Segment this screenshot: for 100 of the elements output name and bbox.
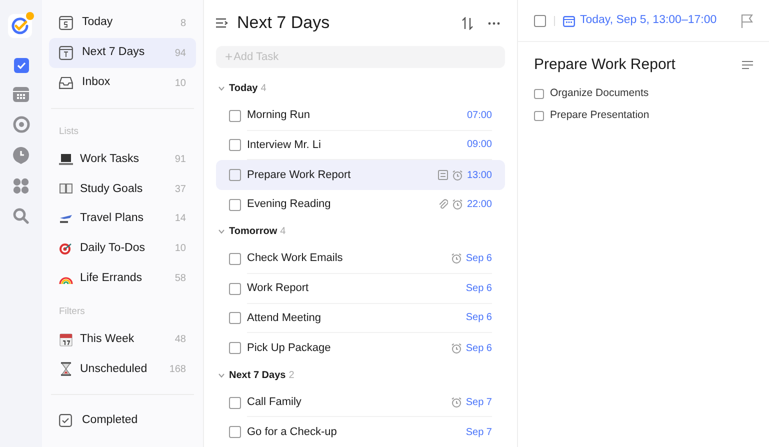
section-heading: Filters: [58, 304, 86, 319]
nav-item[interactable]: Completed: [49, 407, 196, 434]
calendar-icon[interactable]: [13, 87, 29, 102]
placeholder-text: Add Task: [234, 50, 279, 65]
item-count: 168: [169, 362, 186, 377]
task-checkbox-icon[interactable]: [14, 58, 28, 73]
nav-item[interactable]: Next 7 Days 94: [49, 38, 196, 68]
subtask-title: Prepare Presentation: [550, 108, 650, 123]
list-label: This Week: [80, 332, 134, 348]
due-date: 22:00: [466, 198, 492, 212]
chevron-down-icon: [218, 85, 225, 92]
calendar-day-icon: [59, 46, 73, 60]
task-title: Call Family: [247, 394, 302, 410]
group-count: 2: [288, 368, 294, 383]
task-row[interactable]: Attend Meeting Sep 6: [216, 304, 505, 334]
task-row[interactable]: Call Family Sep 7: [216, 388, 505, 418]
nav-item[interactable]: Inbox 10: [49, 68, 196, 98]
target-icon[interactable]: [12, 116, 30, 133]
chevron-down-icon: [218, 228, 225, 236]
item-count: 48: [174, 333, 186, 348]
due-date: Sep 7: [466, 426, 492, 440]
item-count: 37: [174, 182, 186, 197]
group-title: Today: [229, 82, 258, 96]
task-row[interactable]: Work Report Sep 6: [216, 274, 505, 304]
group-header[interactable]: Today 4: [216, 76, 505, 102]
item-count: 10: [174, 242, 186, 256]
calendar-icon: [563, 14, 575, 26]
task-row[interactable]: Go for a Check-up Sep 7: [216, 417, 505, 447]
task-row[interactable]: Pick Up Package Sep 6: [216, 333, 505, 363]
task-title: Work Report: [247, 281, 309, 296]
group-header[interactable]: Tomorrow 4: [216, 219, 505, 244]
task-title: Prepare Work Report: [247, 168, 351, 183]
task-checkbox[interactable]: [229, 139, 241, 152]
list-item[interactable]: Daily To-Dos 10: [49, 234, 196, 264]
task-row[interactable]: Prepare Work Report 13:00: [216, 160, 505, 190]
task-title: Go for a Check-up: [247, 424, 337, 440]
task-row[interactable]: Evening Reading 22:00: [216, 190, 505, 220]
item-count: 14: [174, 212, 186, 226]
menu-icon[interactable]: [216, 18, 228, 28]
item-count: 94: [174, 46, 186, 60]
subtask-checkbox[interactable]: [534, 88, 544, 98]
task-checkbox[interactable]: [229, 312, 241, 324]
task-checkbox[interactable]: [229, 198, 241, 211]
nav-item[interactable]: Today 8: [49, 8, 196, 38]
task-checkbox[interactable]: [229, 426, 241, 438]
more-icon[interactable]: [488, 22, 500, 24]
paperclip-icon: [438, 199, 448, 210]
due-date: 07:00: [466, 108, 492, 123]
group-header[interactable]: Next 7 Days 2: [216, 362, 505, 388]
task-checkbox[interactable]: [229, 169, 241, 182]
task-title: Check Work Emails: [247, 251, 343, 266]
description-icon[interactable]: [742, 61, 753, 70]
group-count: 4: [280, 225, 286, 240]
due-date: Sep 6: [466, 282, 492, 296]
nav-label: Today: [82, 15, 113, 30]
search-icon[interactable]: [13, 208, 29, 224]
due-date: Sep 6: [466, 311, 492, 326]
task-checkbox[interactable]: [229, 282, 241, 295]
subtask-checkbox[interactable]: [534, 110, 544, 120]
nav-label: Completed: [82, 412, 138, 428]
nav-label: Next 7 Days: [82, 45, 145, 60]
task-row[interactable]: Morning Run 07:00: [216, 101, 505, 131]
clock-icon[interactable]: [13, 147, 29, 164]
list-item[interactable]: Work Tasks 91: [49, 145, 196, 175]
task-checkbox[interactable]: [229, 342, 241, 354]
list-title: Next 7 Days: [237, 12, 330, 34]
task-checkbox[interactable]: [534, 14, 546, 26]
task-row[interactable]: Check Work Emails Sep 6: [216, 244, 505, 274]
flag-icon[interactable]: [741, 14, 753, 28]
alarm-clock-icon: [450, 253, 462, 264]
task-checkbox[interactable]: [229, 110, 241, 122]
alarm-clock-icon: [452, 170, 463, 181]
note-icon: [438, 170, 448, 180]
task-title: Evening Reading: [247, 197, 331, 212]
task-checkbox[interactable]: [229, 253, 241, 266]
app-logo[interactable]: [8, 12, 34, 38]
alarm-clock-icon: [450, 396, 462, 408]
due-date-link[interactable]: Today, Sep 5, 13:00–17:00: [580, 12, 717, 30]
list-label: Life Errands: [80, 270, 142, 286]
group-count: 4: [260, 82, 266, 96]
calendar-page-icon: [59, 332, 73, 347]
group-title: Next 7 Days: [229, 368, 286, 383]
task-title: Morning Run: [247, 108, 310, 124]
apps-icon[interactable]: [13, 178, 29, 194]
calendar-day-icon: [59, 16, 73, 30]
task-title: Interview Mr. Li: [247, 138, 321, 153]
list-item[interactable]: Travel Plans 14: [49, 204, 196, 234]
list-label: Daily To-Dos: [80, 240, 145, 256]
list-item[interactable]: Life Errands 58: [49, 263, 196, 293]
list-item[interactable]: Study Goals 37: [49, 174, 196, 204]
task-title[interactable]: Prepare Work Report: [534, 54, 676, 76]
open-book-icon: [59, 182, 73, 196]
due-date: Sep 6: [466, 342, 492, 356]
list-item[interactable]: Unscheduled 168: [49, 354, 196, 384]
task-title: Attend Meeting: [247, 310, 321, 326]
sort-icon[interactable]: [462, 16, 473, 30]
task-checkbox[interactable]: [229, 396, 241, 409]
list-label: Unscheduled: [80, 362, 148, 377]
list-item[interactable]: This Week 48: [49, 324, 196, 355]
due-date: Sep 7: [466, 396, 492, 410]
